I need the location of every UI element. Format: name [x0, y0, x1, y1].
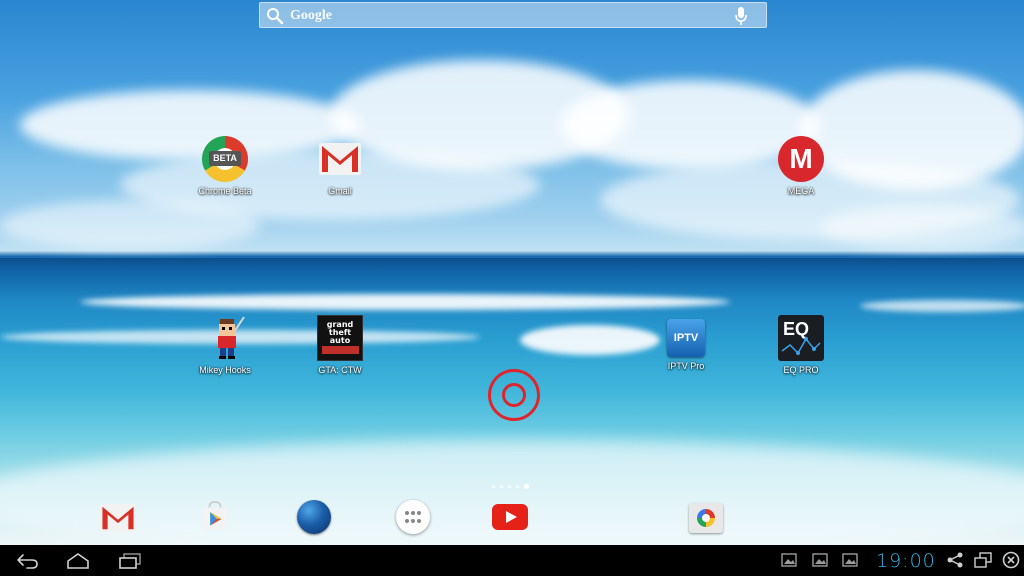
- app-label: MEGA: [787, 186, 815, 196]
- wallpaper: [0, 0, 1024, 545]
- earth-icon: [297, 500, 331, 534]
- youtube-icon: [492, 504, 528, 530]
- page-dot-active: [524, 484, 529, 489]
- chrome-beta-icon: BETA: [202, 136, 248, 182]
- microphone-icon[interactable]: [734, 6, 748, 26]
- eq-pro-icon: EQ: [778, 315, 824, 361]
- notification-image-icon[interactable]: [842, 553, 858, 567]
- notification-image-icon[interactable]: [812, 553, 828, 567]
- dock-youtube[interactable]: [492, 500, 532, 536]
- page-dot: [500, 485, 503, 488]
- close-icon[interactable]: [1002, 551, 1020, 569]
- dock-play-store[interactable]: [198, 500, 238, 536]
- dock-earth[interactable]: [297, 500, 337, 536]
- search-label: Google: [290, 8, 332, 23]
- share-icon[interactable]: [946, 552, 964, 568]
- iptv-pro-icon: IPTV: [667, 319, 705, 357]
- gmail-icon: [99, 504, 137, 532]
- app-mikey-hooks[interactable]: Mikey Hooks: [185, 315, 265, 375]
- app-gmail[interactable]: Gmail: [300, 136, 380, 196]
- recent-apps-icon[interactable]: [117, 551, 143, 571]
- camera-icon: [689, 503, 723, 533]
- app-label: EQ PRO: [783, 365, 819, 375]
- app-label: Mikey Hooks: [199, 365, 251, 375]
- app-label: IPTV Pro: [667, 361, 705, 371]
- app-label: Gmail: [328, 186, 352, 196]
- clock: 19:00: [876, 550, 936, 572]
- mikey-hooks-icon: [202, 315, 248, 361]
- app-label: Chrome Beta: [198, 186, 252, 196]
- page-indicator: [492, 484, 529, 489]
- dock-camera[interactable]: [689, 500, 729, 536]
- home-icon[interactable]: [65, 551, 91, 571]
- app-eq-pro[interactable]: EQ EQ PRO: [761, 315, 841, 375]
- app-chrome-beta[interactable]: BETA Chrome Beta: [185, 136, 265, 196]
- app-iptv-pro[interactable]: IPTV IPTV Pro: [646, 315, 726, 371]
- touch-indicator: [488, 369, 540, 421]
- google-search-bar[interactable]: Google: [259, 2, 767, 28]
- app-gta-ctw[interactable]: grand theft auto GTA: CTW: [300, 315, 380, 375]
- gta-ctw-icon: grand theft auto: [317, 315, 363, 361]
- play-store-icon: [202, 500, 228, 531]
- dock-all-apps[interactable]: [396, 500, 436, 536]
- mega-icon: M: [778, 136, 824, 182]
- page-dot: [508, 485, 511, 488]
- page-dot: [492, 485, 495, 488]
- notification-image-icon[interactable]: [781, 553, 797, 567]
- dock-gmail[interactable]: [99, 500, 139, 536]
- all-apps-icon: [396, 500, 430, 534]
- gmail-icon: [317, 136, 363, 182]
- navigation-bar: 19:00: [0, 545, 1024, 576]
- back-icon[interactable]: [14, 551, 40, 571]
- app-label: GTA: CTW: [318, 365, 362, 375]
- app-mega[interactable]: M MEGA: [761, 136, 841, 196]
- window-icon[interactable]: [974, 552, 992, 568]
- search-icon: [267, 8, 284, 25]
- page-dot: [516, 485, 519, 488]
